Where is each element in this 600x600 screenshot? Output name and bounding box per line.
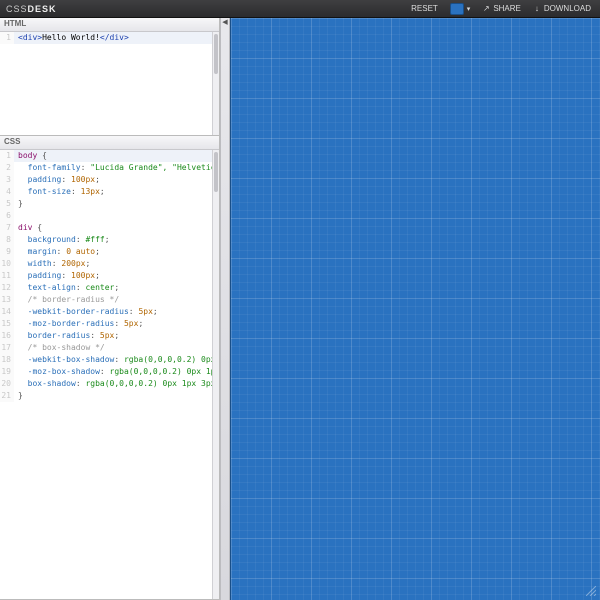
- swatch-icon: [450, 3, 464, 15]
- reset-button[interactable]: RESET: [408, 2, 441, 15]
- resize-grip-icon[interactable]: [586, 586, 596, 596]
- html-pane: HTML 1<div>Hello World!</div>: [0, 18, 219, 136]
- html-editor[interactable]: 1<div>Hello World!</div>: [0, 32, 219, 135]
- preview-pane: [230, 18, 600, 600]
- main: HTML 1<div>Hello World!</div> CSS 1body …: [0, 18, 600, 600]
- css-pane: CSS 1body {2 font-family: "Lucida Grande…: [0, 136, 219, 600]
- scrollbar[interactable]: [212, 150, 219, 599]
- download-button[interactable]: ↓ DOWNLOAD: [530, 2, 594, 15]
- logo-pre: CSS: [6, 4, 28, 14]
- editors-column: HTML 1<div>Hello World!</div> CSS 1body …: [0, 18, 220, 600]
- logo-bold: DESK: [28, 4, 57, 14]
- pane-resize-handle[interactable]: ◀: [220, 18, 230, 600]
- html-pane-header: HTML: [0, 18, 219, 32]
- collapse-icon: ◀: [222, 20, 228, 26]
- scrollbar[interactable]: [212, 32, 219, 135]
- download-icon: ↓: [533, 4, 541, 13]
- chevron-down-icon: ▾: [467, 5, 471, 13]
- share-icon: ↗: [482, 4, 490, 13]
- share-button[interactable]: ↗ SHARE: [479, 2, 524, 15]
- background-picker[interactable]: ▾: [447, 1, 474, 17]
- toolbar: CSSDESK RESET ▾ ↗ SHARE ↓ DOWNLOAD: [0, 0, 600, 18]
- css-editor[interactable]: 1body {2 font-family: "Lucida Grande", "…: [0, 150, 219, 599]
- css-pane-header: CSS: [0, 136, 219, 150]
- app-logo: CSSDESK: [6, 4, 57, 14]
